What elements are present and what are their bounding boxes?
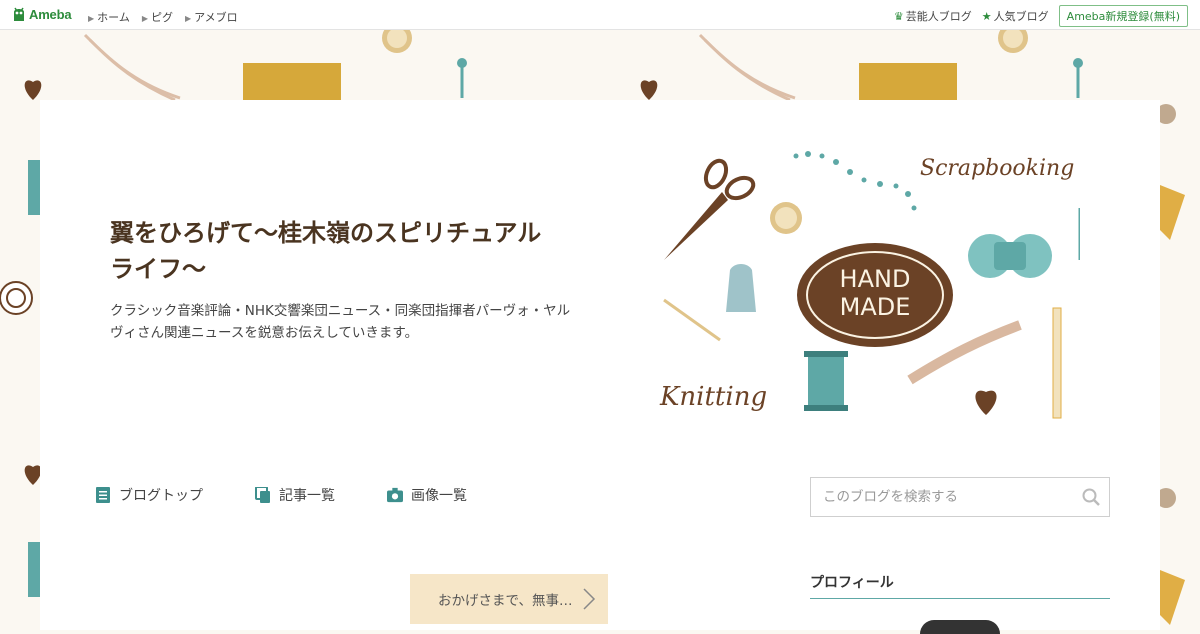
entry-link-label: おかげさまで、無事… xyxy=(438,593,573,609)
image-list-label: 画像一覧 xyxy=(411,488,467,504)
entry-link-button[interactable]: おかげさまで、無事… xyxy=(410,574,608,624)
chevron-right-icon xyxy=(583,588,596,610)
ameba-logo[interactable]: Ameba xyxy=(12,6,72,22)
blog-description: クラシック音楽評論・NHK交響楽団ニュース・同楽団指揮者パーヴォ・ヤルヴィさん関… xyxy=(110,303,571,341)
blog-search-input[interactable] xyxy=(821,478,1075,516)
search-icon[interactable] xyxy=(1082,488,1100,506)
badge-line2: MADE xyxy=(840,293,911,321)
blog-title[interactable]: 翼をひろげて～桂木嶺のスピリチュアルライフ～ xyxy=(110,215,560,287)
crown-icon: ♛ xyxy=(893,10,904,23)
image-list-link[interactable]: 画像一覧 xyxy=(387,485,467,505)
blog-nav: ブログトップ 記事一覧 画像一覧 xyxy=(95,485,467,505)
blog-top-link[interactable]: ブログトップ xyxy=(95,485,203,505)
global-nav: ▶ ホーム ▶ ピグ ▶ アメブロ xyxy=(88,9,238,25)
ameba-logo-text: Ameba xyxy=(29,6,72,22)
nav-ameblo-label: アメブロ xyxy=(194,11,238,24)
chevron-right-icon: ▶ xyxy=(141,14,148,23)
copy-icon xyxy=(255,487,270,503)
nav-ameblo-link[interactable]: ▶ アメブロ xyxy=(185,9,238,25)
nav-home-label: ホーム xyxy=(97,11,130,24)
star-icon: ★ xyxy=(981,10,992,23)
scrapbooking-label: Scrapbooking xyxy=(920,156,1074,181)
chevron-right-icon: ▶ xyxy=(88,14,95,23)
celebrity-blog-link[interactable]: ♛ 芸能人ブログ xyxy=(894,8,972,24)
nav-home-link[interactable]: ▶ ホーム xyxy=(88,9,130,25)
signup-button[interactable]: Ameba新規登録(無料) xyxy=(1058,5,1188,27)
blog-top-label: ブログトップ xyxy=(119,488,203,504)
badge-line1: HAND xyxy=(840,265,911,293)
nav-pigg-link[interactable]: ▶ ピグ xyxy=(142,9,173,25)
global-right-links: ♛ 芸能人ブログ ★ 人気ブログ Ameba新規登録(無料) xyxy=(894,5,1188,27)
entry-list-label: 記事一覧 xyxy=(279,488,335,504)
nav-pigg-label: ピグ xyxy=(150,11,173,24)
blog-main: 翼をひろげて～桂木嶺のスピリチュアルライフ～ クラシック音楽評論・NHK交響楽団… xyxy=(40,100,1160,634)
blog-header: 翼をひろげて～桂木嶺のスピリチュアルライフ～ クラシック音楽評論・NHK交響楽団… xyxy=(40,100,1160,460)
ameba-logo-icon xyxy=(14,7,24,21)
profile-heading: プロフィール xyxy=(810,572,1110,599)
blog-search-box xyxy=(810,477,1110,517)
handmade-illustration: Scrapbooking HAND MADE Knitting xyxy=(659,151,1082,419)
knitting-label: Knitting xyxy=(659,382,767,412)
camera-icon xyxy=(387,487,403,503)
celebrity-blog-label: 芸能人ブログ xyxy=(905,10,972,23)
document-icon xyxy=(96,487,110,503)
popular-blog-link[interactable]: ★ 人気ブログ xyxy=(982,8,1049,24)
popular-blog-label: 人気ブログ xyxy=(993,10,1049,23)
profile-avatar[interactable] xyxy=(920,620,1000,634)
entry-list-link[interactable]: 記事一覧 xyxy=(255,485,335,505)
chevron-right-icon: ▶ xyxy=(184,14,192,23)
global-header: Ameba ▶ ホーム ▶ ピグ ▶ アメブロ ♛ 芸能人ブログ ★ 人気ブログ Ameb… xyxy=(0,0,1200,30)
header-illustration: Scrapbooking HAND MADE Knitting xyxy=(650,140,1082,450)
